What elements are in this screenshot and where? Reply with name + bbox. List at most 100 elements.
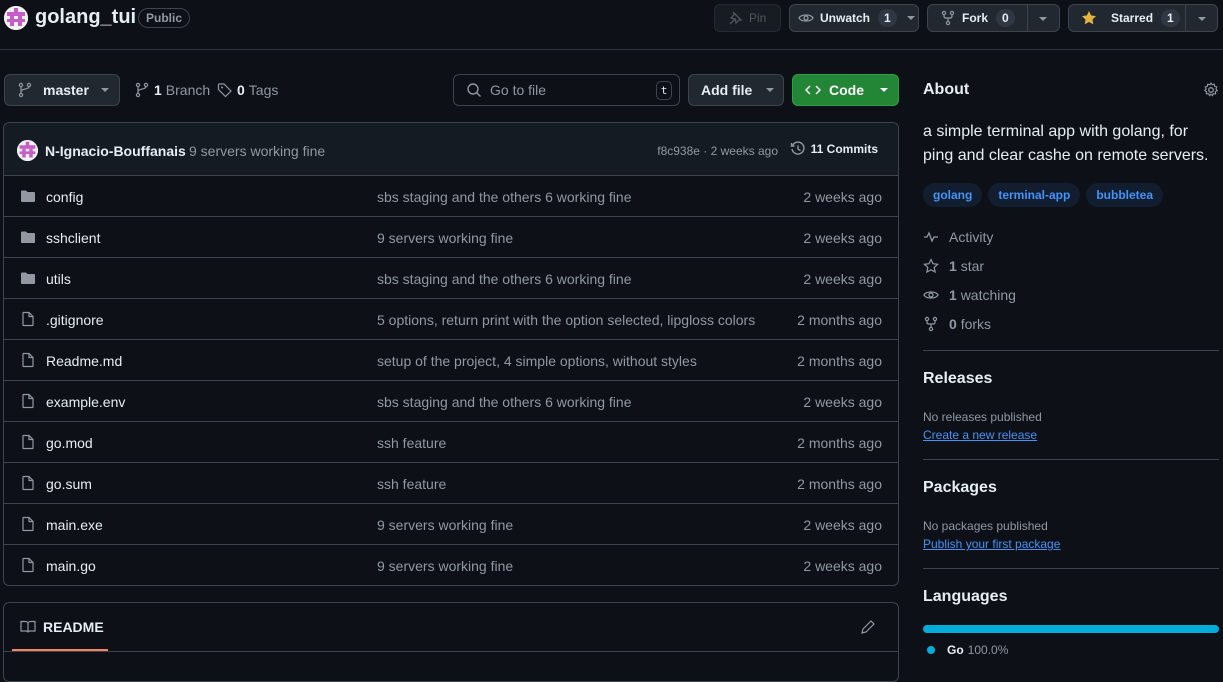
- readme-panel: README: [3, 602, 899, 682]
- gear-icon[interactable]: [1203, 82, 1219, 98]
- tags-link[interactable]: 0 Tags: [217, 82, 278, 98]
- chevron-down-icon: [880, 88, 888, 92]
- commit-author[interactable]: N-Ignacio-Bouffanais: [45, 143, 186, 159]
- file-list: config sbs staging and the others 6 worki…: [4, 176, 898, 585]
- file-commit-message[interactable]: 9 servers working fine: [377, 517, 513, 533]
- watch-label: Unwatch: [820, 11, 871, 25]
- watching-link[interactable]: 1 watching: [923, 287, 1016, 303]
- folder-icon: [20, 229, 36, 245]
- stars-label: star: [960, 258, 985, 274]
- branch-icon: [134, 82, 150, 98]
- chevron-down-icon: [100, 88, 109, 92]
- file-row[interactable]: main.exe 9 servers working fine 2 weeks ag…: [4, 504, 898, 545]
- file-row[interactable]: go.mod ssh feature 2 months ago: [4, 422, 898, 463]
- file-commit-message[interactable]: 9 servers working fine: [377, 558, 513, 574]
- file-commit-message[interactable]: 9 servers working fine: [377, 230, 513, 246]
- file-icon: [20, 516, 36, 532]
- watching-count: 1: [949, 287, 957, 303]
- pulse-icon: [923, 229, 939, 245]
- branch-select[interactable]: master: [4, 74, 120, 106]
- star-count: 1: [1161, 9, 1180, 27]
- file-name[interactable]: config: [46, 189, 83, 205]
- branches-link[interactable]: 1 Branch: [134, 82, 210, 98]
- add-file-button[interactable]: Add file: [688, 74, 784, 106]
- fork-label: Fork: [962, 11, 989, 25]
- readme-tab[interactable]: README: [20, 619, 104, 635]
- file-commit-message[interactable]: ssh feature: [377, 476, 446, 492]
- tag-icon: [217, 82, 233, 98]
- watch-button[interactable]: Unwatch 1: [789, 4, 919, 32]
- file-name[interactable]: main.exe: [46, 517, 103, 533]
- author-avatar[interactable]: [17, 140, 38, 161]
- eye-icon: [923, 287, 939, 303]
- packages-empty-text: No packages published: [923, 519, 1048, 533]
- file-row[interactable]: example.env sbs staging and the others 6 …: [4, 381, 898, 422]
- file-name[interactable]: go.mod: [46, 435, 93, 451]
- language-color-dot: [927, 646, 935, 654]
- pencil-icon[interactable]: [860, 619, 876, 635]
- file-icon: [20, 434, 36, 450]
- fork-dropdown-icon[interactable]: [1039, 17, 1047, 21]
- stars-link[interactable]: 1 star: [923, 258, 984, 274]
- file-commit-message[interactable]: sbs staging and the others 6 working fin…: [377, 189, 632, 205]
- watch-count: 1: [878, 9, 897, 27]
- file-commit-message[interactable]: sbs staging and the others 6 working fin…: [377, 394, 632, 410]
- fork-button[interactable]: Fork 0: [927, 4, 1060, 32]
- file-name[interactable]: .gitignore: [46, 312, 104, 328]
- file-row[interactable]: go.sum ssh feature 2 months ago: [4, 463, 898, 504]
- commit-hash-time[interactable]: f8c938e · 2 weeks ago: [657, 144, 778, 158]
- file-name[interactable]: go.sum: [46, 476, 92, 492]
- commits-count: 11 Commits: [810, 142, 878, 156]
- packages-heading[interactable]: Packages: [923, 479, 997, 497]
- file-commit-age: 2 weeks ago: [803, 558, 882, 574]
- file-row[interactable]: sshclient 9 servers working fine 2 weeks a…: [4, 217, 898, 258]
- file-commit-age: 2 weeks ago: [803, 517, 882, 533]
- commits-link[interactable]: 11 Commits: [790, 141, 878, 157]
- file-icon: [20, 557, 36, 573]
- file-name[interactable]: sshclient: [46, 230, 100, 246]
- publish-package-link[interactable]: Publish your first package: [923, 537, 1060, 551]
- star-button[interactable]: Starred 1: [1068, 4, 1218, 32]
- keyboard-shortcut: t: [656, 81, 672, 100]
- book-icon: [20, 619, 36, 635]
- code-button[interactable]: Code: [792, 74, 899, 106]
- file-row[interactable]: .gitignore 5 options, return print with t…: [4, 299, 898, 340]
- topic-tag[interactable]: bubbletea: [1086, 183, 1164, 207]
- pin-button[interactable]: Pin: [714, 4, 781, 32]
- repo-header: golang_tui Public Pin Unwatch 1 Fork 0 S…: [0, 0, 1223, 50]
- chevron-down-icon: [766, 88, 775, 92]
- divider: [4, 651, 898, 652]
- file-commit-message[interactable]: setup of the project, 4 simple options, …: [377, 353, 697, 369]
- file-commit-message[interactable]: 5 options, return print with the option …: [377, 312, 755, 328]
- file-commit-message[interactable]: sbs staging and the others 6 working fin…: [377, 271, 632, 287]
- file-row[interactable]: config sbs staging and the others 6 worki…: [4, 176, 898, 217]
- topic-tag[interactable]: terminal-app: [988, 183, 1081, 207]
- go-to-file-input[interactable]: Go to file t: [453, 74, 680, 106]
- star-dropdown-icon[interactable]: [1198, 17, 1206, 21]
- pin-label: Pin: [749, 11, 767, 25]
- search-icon: [466, 82, 482, 98]
- file-name[interactable]: example.env: [46, 394, 125, 410]
- owner-avatar[interactable]: [4, 6, 28, 30]
- activity-link[interactable]: Activity: [923, 229, 993, 245]
- file-name[interactable]: main.go: [46, 558, 96, 574]
- file-icon: [20, 475, 36, 491]
- forks-link[interactable]: 0 forks: [923, 316, 991, 332]
- releases-heading[interactable]: Releases: [923, 370, 992, 388]
- create-release-link[interactable]: Create a new release: [923, 428, 1037, 442]
- file-commit-message[interactable]: ssh feature: [377, 435, 446, 451]
- language-item[interactable]: Go 100.0%: [927, 643, 1008, 657]
- file-row[interactable]: main.go 9 servers working fine 2 weeks ago: [4, 545, 898, 585]
- repo-name[interactable]: golang_tui: [35, 6, 136, 29]
- commit-message[interactable]: 9 servers working fine: [189, 143, 325, 159]
- file-row[interactable]: Readme.md setup of the project, 4 simple …: [4, 340, 898, 381]
- language-percent: 100.0%: [967, 643, 1009, 657]
- topic-tag[interactable]: golang: [923, 183, 983, 207]
- activity-label: Activity: [949, 229, 994, 245]
- file-name[interactable]: Readme.md: [46, 353, 122, 369]
- file-row[interactable]: utils sbs staging and the others 6 workin…: [4, 258, 898, 299]
- fork-icon: [940, 10, 956, 26]
- file-name[interactable]: utils: [46, 271, 71, 287]
- fork-count: 0: [996, 9, 1015, 27]
- branch-icon: [17, 82, 33, 98]
